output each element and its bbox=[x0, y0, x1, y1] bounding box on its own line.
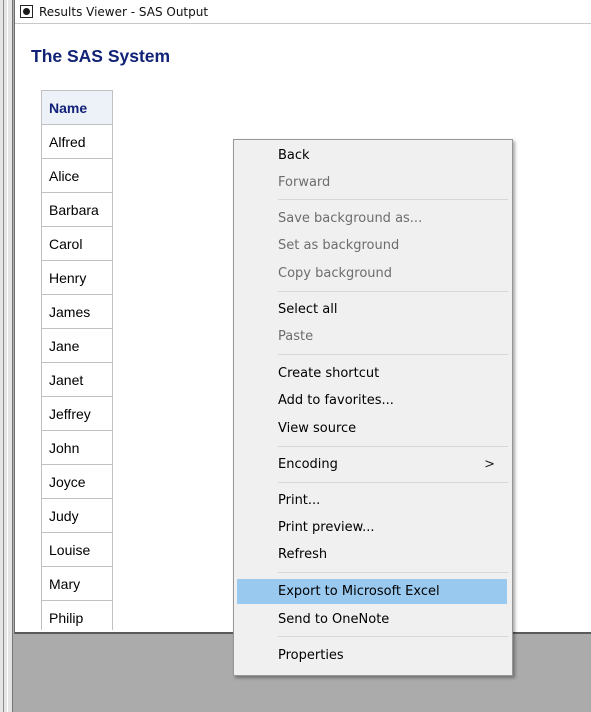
names-table: Name Alfred Alice Barbara Carol Henry Ja… bbox=[41, 90, 113, 630]
table-row: Louise bbox=[41, 532, 113, 567]
table-row: Joyce bbox=[41, 464, 113, 499]
table-row: Barbara bbox=[41, 192, 113, 227]
menu-item-view-source[interactable]: View source bbox=[237, 416, 507, 441]
table-cell: Alfred bbox=[41, 124, 113, 159]
menu-separator bbox=[278, 199, 508, 200]
sas-app-icon bbox=[20, 5, 33, 18]
table-cell: Judy bbox=[41, 498, 113, 533]
menu-item-back[interactable]: Back bbox=[237, 143, 507, 168]
table-cell: Carol bbox=[41, 226, 113, 261]
table-cell: Joyce bbox=[41, 464, 113, 499]
table-row: Judy bbox=[41, 498, 113, 533]
menu-separator bbox=[278, 354, 508, 355]
table-cell: Henry bbox=[41, 260, 113, 295]
table-cell: Barbara bbox=[41, 192, 113, 227]
table-row: Henry bbox=[41, 260, 113, 295]
menu-item-copy-background[interactable]: Copy background bbox=[237, 261, 507, 286]
menu-item-add-favorites[interactable]: Add to favorites... bbox=[237, 388, 507, 413]
menu-item-export-excel[interactable]: Export to Microsoft Excel bbox=[237, 579, 507, 604]
table-cell: Jeffrey bbox=[41, 396, 113, 431]
menu-item-encoding[interactable]: Encoding > bbox=[237, 452, 507, 477]
table-row: Carol bbox=[41, 226, 113, 261]
table-row: Mary bbox=[41, 566, 113, 601]
menu-item-label: Encoding bbox=[278, 457, 338, 472]
table-cell: James bbox=[41, 294, 113, 329]
menu-item-print[interactable]: Print... bbox=[237, 488, 507, 513]
menu-item-set-background[interactable]: Set as background bbox=[237, 233, 507, 258]
table-row: James bbox=[41, 294, 113, 329]
table-row: John bbox=[41, 430, 113, 465]
menu-item-paste[interactable]: Paste bbox=[237, 324, 507, 349]
table-row: Alice bbox=[41, 158, 113, 193]
menu-separator bbox=[278, 291, 508, 292]
menu-item-save-background[interactable]: Save background as... bbox=[237, 206, 507, 231]
context-menu: Back Forward Save background as... Set a… bbox=[233, 139, 513, 676]
table-cell: Philip bbox=[41, 600, 113, 630]
table-row: Jane bbox=[41, 328, 113, 363]
menu-separator bbox=[278, 482, 508, 483]
table-row: Alfred bbox=[41, 124, 113, 159]
menu-item-select-all[interactable]: Select all bbox=[237, 297, 507, 322]
table-cell: Janet bbox=[41, 362, 113, 397]
table-row: Philip bbox=[41, 600, 113, 630]
table-cell: Jane bbox=[41, 328, 113, 363]
table-row: Janet bbox=[41, 362, 113, 397]
left-splitter-rail[interactable] bbox=[0, 0, 13, 712]
menu-item-create-shortcut[interactable]: Create shortcut bbox=[237, 361, 507, 386]
report-title: The SAS System bbox=[31, 46, 171, 66]
submenu-arrow-icon: > bbox=[484, 457, 495, 472]
table-cell: John bbox=[41, 430, 113, 465]
menu-item-print-preview[interactable]: Print preview... bbox=[237, 515, 507, 540]
menu-item-properties[interactable]: Properties bbox=[237, 643, 507, 668]
menu-item-forward[interactable]: Forward bbox=[237, 170, 507, 195]
menu-item-send-onenote[interactable]: Send to OneNote bbox=[237, 607, 507, 632]
table-cell: Mary bbox=[41, 566, 113, 601]
menu-separator bbox=[278, 572, 508, 573]
menu-separator bbox=[278, 446, 508, 447]
column-header-name: Name bbox=[41, 90, 113, 125]
window-titlebar[interactable]: Results Viewer - SAS Output bbox=[15, 0, 591, 24]
menu-item-refresh[interactable]: Refresh bbox=[237, 542, 507, 567]
table-cell: Alice bbox=[41, 158, 113, 193]
menu-separator bbox=[278, 636, 508, 637]
table-row: Jeffrey bbox=[41, 396, 113, 431]
table-cell: Louise bbox=[41, 532, 113, 567]
splitter-groove bbox=[3, 0, 8, 712]
window-title: Results Viewer - SAS Output bbox=[39, 4, 209, 19]
